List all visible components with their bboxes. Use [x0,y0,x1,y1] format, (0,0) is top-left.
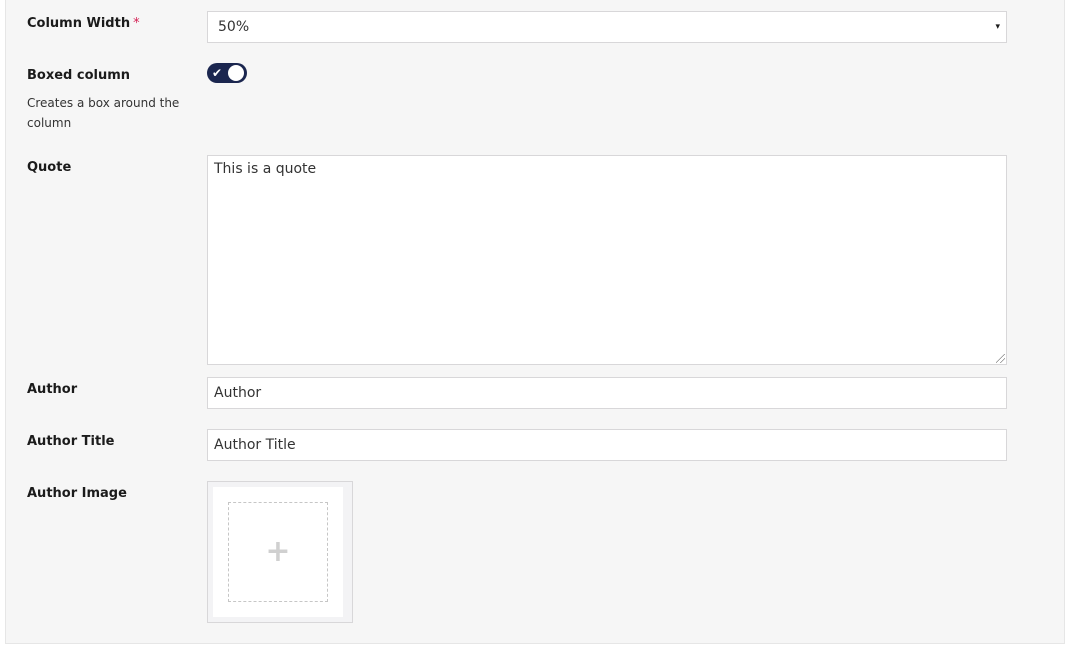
column-width-label: Column Width * [27,16,140,31]
chevron-down-icon: ▾ [995,22,1000,32]
column-width-value: 50% [218,19,250,35]
image-drop-zone[interactable]: + [228,502,328,602]
author-label: Author [27,382,78,397]
toggle-knob [228,65,244,81]
column-width-select[interactable]: 50% ▾ [207,11,1007,43]
author-title-input[interactable]: Author Title [207,429,1007,461]
boxed-column-label: Boxed column [27,68,131,83]
author-image-label: Author Image [27,486,127,501]
quote-value: This is a quote [214,161,317,177]
boxed-column-description: Creates a box around the column [27,96,180,130]
author-input[interactable]: Author [207,377,1007,409]
column-width-label-text: Column Width [27,16,131,31]
checkmark-icon: ✔ [212,66,223,80]
author-input-text: Author [214,385,262,401]
quote-textarea[interactable]: This is a quote [207,155,1007,365]
author-title-input-text: Author Title [214,437,296,453]
image-picker-inner: + [213,487,343,617]
add-icon: + [265,534,291,569]
property-panel: Column Width * 50% ▾ Boxed column Creates… [5,0,1065,644]
author-image-picker[interactable]: + [207,481,353,623]
resize-handle-icon[interactable] [996,354,1005,363]
boxed-column-toggle[interactable]: ✔ [207,63,247,83]
required-marker: * [133,16,140,31]
quote-label: Quote [27,160,72,175]
author-title-label: Author Title [27,434,115,449]
